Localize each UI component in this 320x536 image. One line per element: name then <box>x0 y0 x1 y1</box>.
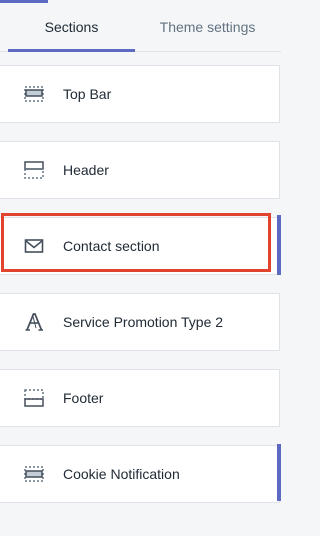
tab-bar: Sections Theme settings <box>0 3 281 52</box>
tab-theme-settings-label: Theme settings <box>159 19 256 35</box>
serif-a-text-icon <box>24 313 44 331</box>
section-item-contact[interactable]: Contact section <box>0 217 280 275</box>
tab-sections-label: Sections <box>44 19 99 35</box>
section-item-service-promotion[interactable]: Service Promotion Type 2 <box>0 293 280 351</box>
section-item-footer[interactable]: Footer <box>0 369 280 427</box>
header-layout-icon <box>24 161 44 179</box>
tab-underline <box>8 49 135 52</box>
section-item-top-bar[interactable]: Top Bar <box>0 65 280 123</box>
section-item-label: Top Bar <box>63 86 112 102</box>
section-item-label: Cookie Notification <box>63 466 180 482</box>
section-item-label: Footer <box>63 390 104 406</box>
tab-theme-settings[interactable]: Theme settings <box>137 3 278 51</box>
section-item-header[interactable]: Header <box>0 141 280 199</box>
tab-sections[interactable]: Sections <box>8 3 135 52</box>
notification-bar-layout-icon <box>24 465 44 483</box>
section-item-label: Header <box>63 162 109 178</box>
section-item-cookie-notification[interactable]: Cookie Notification <box>0 445 280 503</box>
selected-indicator <box>277 444 281 501</box>
section-item-label: Service Promotion Type 2 <box>63 314 224 330</box>
envelope-icon <box>24 237 44 255</box>
top-bar-layout-icon <box>24 85 44 103</box>
footer-layout-icon <box>24 389 44 407</box>
section-item-label: Contact section <box>63 238 160 254</box>
selected-indicator <box>277 215 281 275</box>
